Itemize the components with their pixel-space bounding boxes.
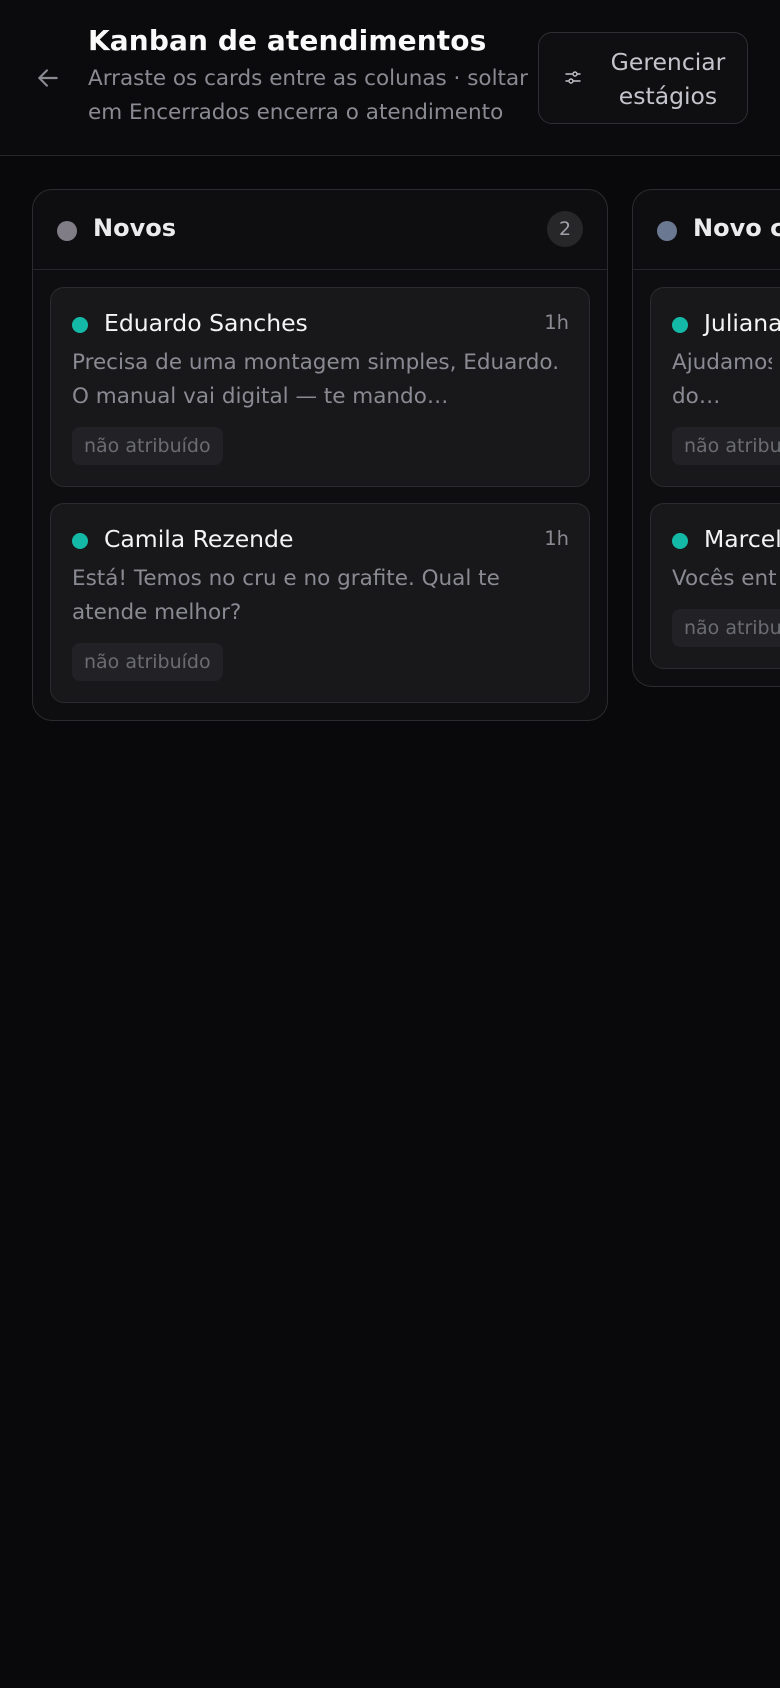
online-dot-icon	[672, 317, 688, 333]
contact-name: Marcel	[704, 525, 780, 553]
kanban-board[interactable]: Novos 2 Eduardo Sanches 1h Precisa de um…	[0, 157, 780, 1688]
page-subtitle: Arraste os cards entre as colunas · solt…	[88, 66, 528, 125]
message-preview: Vocês ent	[672, 566, 777, 591]
card-time: 1h	[544, 311, 569, 334]
manage-stages-label: Gerenciar estágios	[610, 48, 726, 110]
conversation-card[interactable]: Marcel Vocês ent não atribu	[650, 503, 780, 669]
arrow-left-icon	[38, 69, 58, 87]
sliders-icon	[565, 71, 581, 84]
column-title: Novo c	[693, 214, 780, 242]
column-header: Novos 2	[33, 190, 607, 270]
page-title: Kanban de atendimentos	[88, 24, 487, 57]
stage-dot-icon	[57, 221, 77, 241]
assignee-badge: não atribuído	[72, 643, 223, 681]
column-header: Novo c	[633, 190, 780, 270]
online-dot-icon	[72, 533, 88, 549]
page-header: Kanban de atendimentos Arraste os cards …	[0, 0, 780, 156]
contact-name: Eduardo Sanches	[104, 309, 308, 337]
contact-name: Juliana	[704, 309, 780, 337]
assignee-badge: não atribuído	[72, 427, 223, 465]
conversation-card[interactable]: Juliana Ajudamos do quarto não atribu	[650, 287, 780, 487]
card-time: 1h	[544, 527, 569, 550]
conversation-card[interactable]: Eduardo Sanches 1h Precisa de uma montag…	[50, 287, 590, 487]
column-novos: Novos 2 Eduardo Sanches 1h Precisa de um…	[32, 189, 608, 721]
column-count-badge: 2	[547, 211, 583, 247]
message-preview: Está! Temos no cru e no grafite. Qual te…	[72, 566, 500, 625]
conversation-card[interactable]: Camila Rezende 1h Está! Temos no cru e n…	[50, 503, 590, 703]
contact-name: Camila Rezende	[104, 525, 294, 553]
online-dot-icon	[72, 317, 88, 333]
assignee-badge: não atribu	[672, 609, 780, 647]
message-preview: Precisa de uma montagem simples, Eduardo…	[72, 350, 560, 409]
assignee-badge: não atribu	[672, 427, 780, 465]
online-dot-icon	[672, 533, 688, 549]
message-preview: Ajudamos do quarto	[672, 350, 772, 409]
back-button[interactable]	[28, 58, 68, 98]
stage-dot-icon	[657, 221, 677, 241]
column-novo-c: Novo c Juliana Ajudamos do quarto não at…	[632, 189, 780, 687]
manage-stages-button[interactable]: Gerenciar estágios	[538, 32, 748, 124]
column-title: Novos	[93, 214, 176, 242]
